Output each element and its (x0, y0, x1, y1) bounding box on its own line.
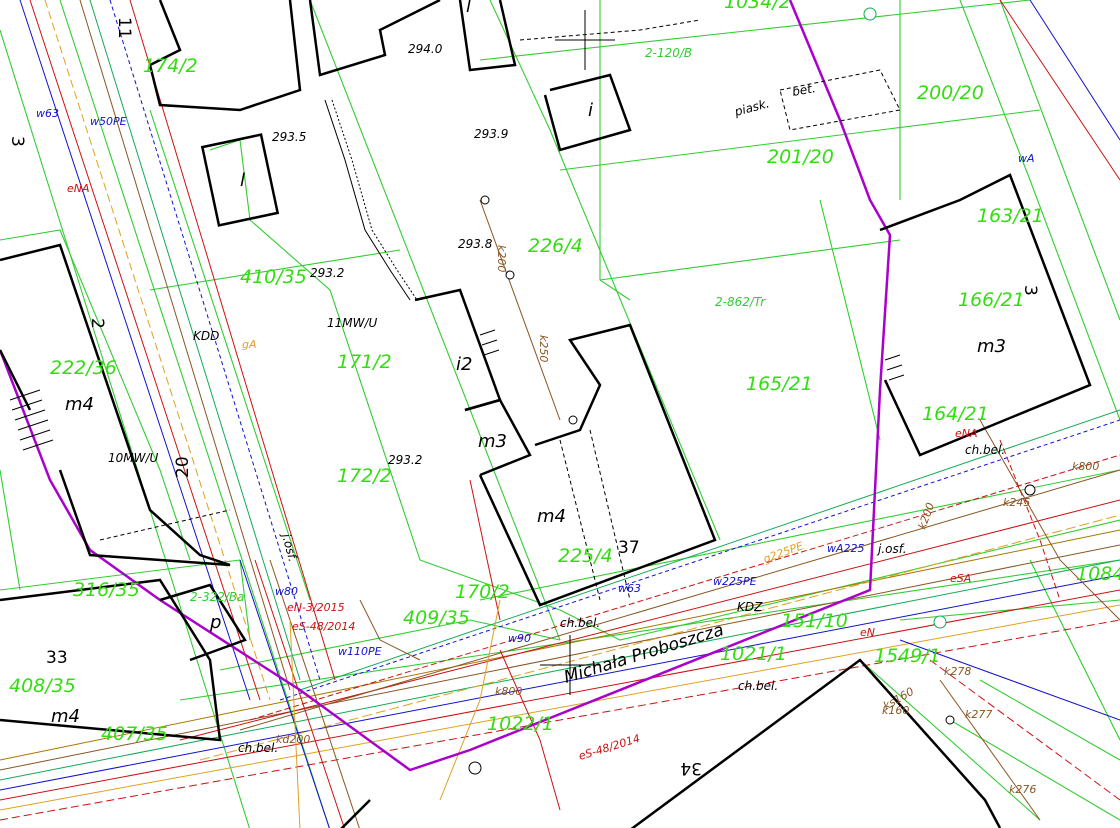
building-label: i (588, 100, 593, 121)
note-label: ch.bel. (965, 443, 1005, 457)
street-name: Michała Proboszcza (562, 620, 727, 688)
parcel-label: 225/4 (558, 545, 613, 567)
road-class-label: KDD (193, 329, 219, 343)
parcel-label: 407/35 (101, 723, 168, 745)
house-number: 33 (46, 648, 68, 668)
parcel-label: 222/36 (50, 357, 117, 379)
dashed-lines (99, 19, 901, 601)
utility-label: kd200 (276, 733, 310, 746)
zone-label: 11MW/U (327, 316, 378, 330)
utility-labels: w63 w50PE w90 w110PE w225PE wA225 w80 w6… (36, 107, 1099, 796)
parcel-label: 1034/2 (724, 0, 791, 13)
utility-label: wA225 (827, 542, 865, 555)
note-label: 2-120/B (645, 46, 692, 60)
house-number: 20 (173, 456, 193, 478)
utility-label: k278 (944, 665, 971, 678)
house-number: 34 (680, 758, 702, 778)
parcel-label: 316/35 (73, 579, 140, 601)
parcel-label: 1549/1 (874, 645, 941, 667)
house-number: 2 (87, 318, 107, 329)
utility-label: k800 (495, 685, 522, 698)
note-label: 2-862/Tr (715, 295, 766, 309)
utility-label: k200 (916, 501, 938, 531)
utility-label: w90 (508, 632, 531, 645)
note-label: ch.bel. (238, 741, 278, 755)
parcel-label: 408/35 (9, 675, 76, 697)
note-label: ch.bel. (560, 616, 600, 630)
utility-label: g225PE (762, 539, 806, 565)
building-label: p (209, 612, 221, 633)
parcel-label: 226/4 (528, 235, 583, 257)
elevation-label: 293.2 (310, 266, 344, 280)
utility-label: eSA (950, 572, 971, 585)
building-label: l (240, 170, 245, 191)
building-label: m4 (537, 506, 566, 527)
elevations: 294.0 293.9 293.5 293.8 293.2 293.2 (272, 42, 508, 467)
utility-label: w63 (36, 107, 59, 120)
parcel-label: 1021/1 (720, 643, 787, 665)
utility-label: k276 (1009, 783, 1036, 796)
house-number: 3 (1020, 285, 1040, 296)
note-label: j.osf. (279, 530, 300, 563)
parcel-label: 170/2 (455, 581, 510, 603)
utility-label: w50PE (90, 115, 127, 128)
cadastral-map: 174/2 410/35 171/2 172/2 226/4 201/20 20… (0, 0, 1120, 828)
building-labels: m4 m4 m4 m3 m3 i2 i l l p (51, 0, 1006, 727)
utility-label: k277 (965, 708, 992, 721)
parcel-label: 1022/1 (487, 713, 554, 735)
building-label: m4 (51, 706, 80, 727)
utility-label: k250 (537, 335, 550, 362)
utility-label: wA (1018, 152, 1035, 165)
utility-label: w110PE (338, 645, 382, 658)
note-label: j.osf. (876, 542, 907, 556)
elevation-label: 294.0 (408, 42, 443, 56)
note-label: bet. (791, 81, 817, 99)
parcel-label: 174/2 (143, 55, 198, 77)
parcel-label: 410/35 (240, 266, 307, 288)
parcel-label: 164/21 (922, 403, 989, 425)
road-class-label: KDZ (737, 600, 763, 614)
note-label: 2-322/Ba (190, 590, 245, 604)
parcel-label: 165/21 (746, 373, 813, 395)
parcel-label: 171/2 (337, 351, 392, 373)
house-number: 11 (114, 17, 134, 39)
elevation-label: 293.5 (272, 130, 306, 144)
utility-label: gA (242, 338, 257, 351)
utility-label: w225PE (713, 575, 757, 588)
utility-label: k245 (1003, 496, 1030, 509)
note-label: piask. (732, 96, 771, 119)
utility-label: eN (860, 626, 875, 639)
building-label: m3 (977, 336, 1006, 357)
utility-label: w80 (275, 585, 298, 598)
building-label: m3 (478, 431, 507, 452)
parcel-label: 1084 (1076, 563, 1120, 585)
parcel-label: 200/20 (917, 82, 984, 104)
utility-label: eN-3/2015 (287, 601, 345, 614)
note-label: ch.bel. (738, 679, 778, 693)
parcel-label: 163/21 (977, 205, 1044, 227)
utility-label: k200 (495, 245, 508, 272)
elevation-label: 293.8 (458, 237, 493, 251)
utility-label: k800 (1072, 460, 1099, 473)
zone-label: 10MW/U (108, 451, 159, 465)
parcel-labels: 174/2 410/35 171/2 172/2 226/4 201/20 20… (9, 0, 1120, 745)
house-number: 3 (7, 136, 27, 147)
elevation-label: 293.2 (388, 453, 422, 467)
elevation-label: 293.9 (474, 127, 508, 141)
house-number: 37 (618, 538, 640, 558)
parcel-label: 166/21 (958, 289, 1025, 311)
building-label: i2 (456, 354, 472, 375)
utility-label: w63 (618, 582, 641, 595)
utility-label: eNA (955, 427, 978, 440)
utility-label: eS-48/2014 (292, 620, 355, 633)
parcel-label: 172/2 (337, 465, 392, 487)
parcel-label: 151/10 (781, 610, 848, 632)
building-label: m4 (65, 394, 94, 415)
parcel-label: 409/35 (403, 607, 470, 629)
parcel-label: 201/20 (767, 146, 834, 168)
building-label: l (466, 0, 471, 17)
utility-label: eNA (67, 182, 90, 195)
utility-label: eS-48/2014 (577, 732, 641, 763)
